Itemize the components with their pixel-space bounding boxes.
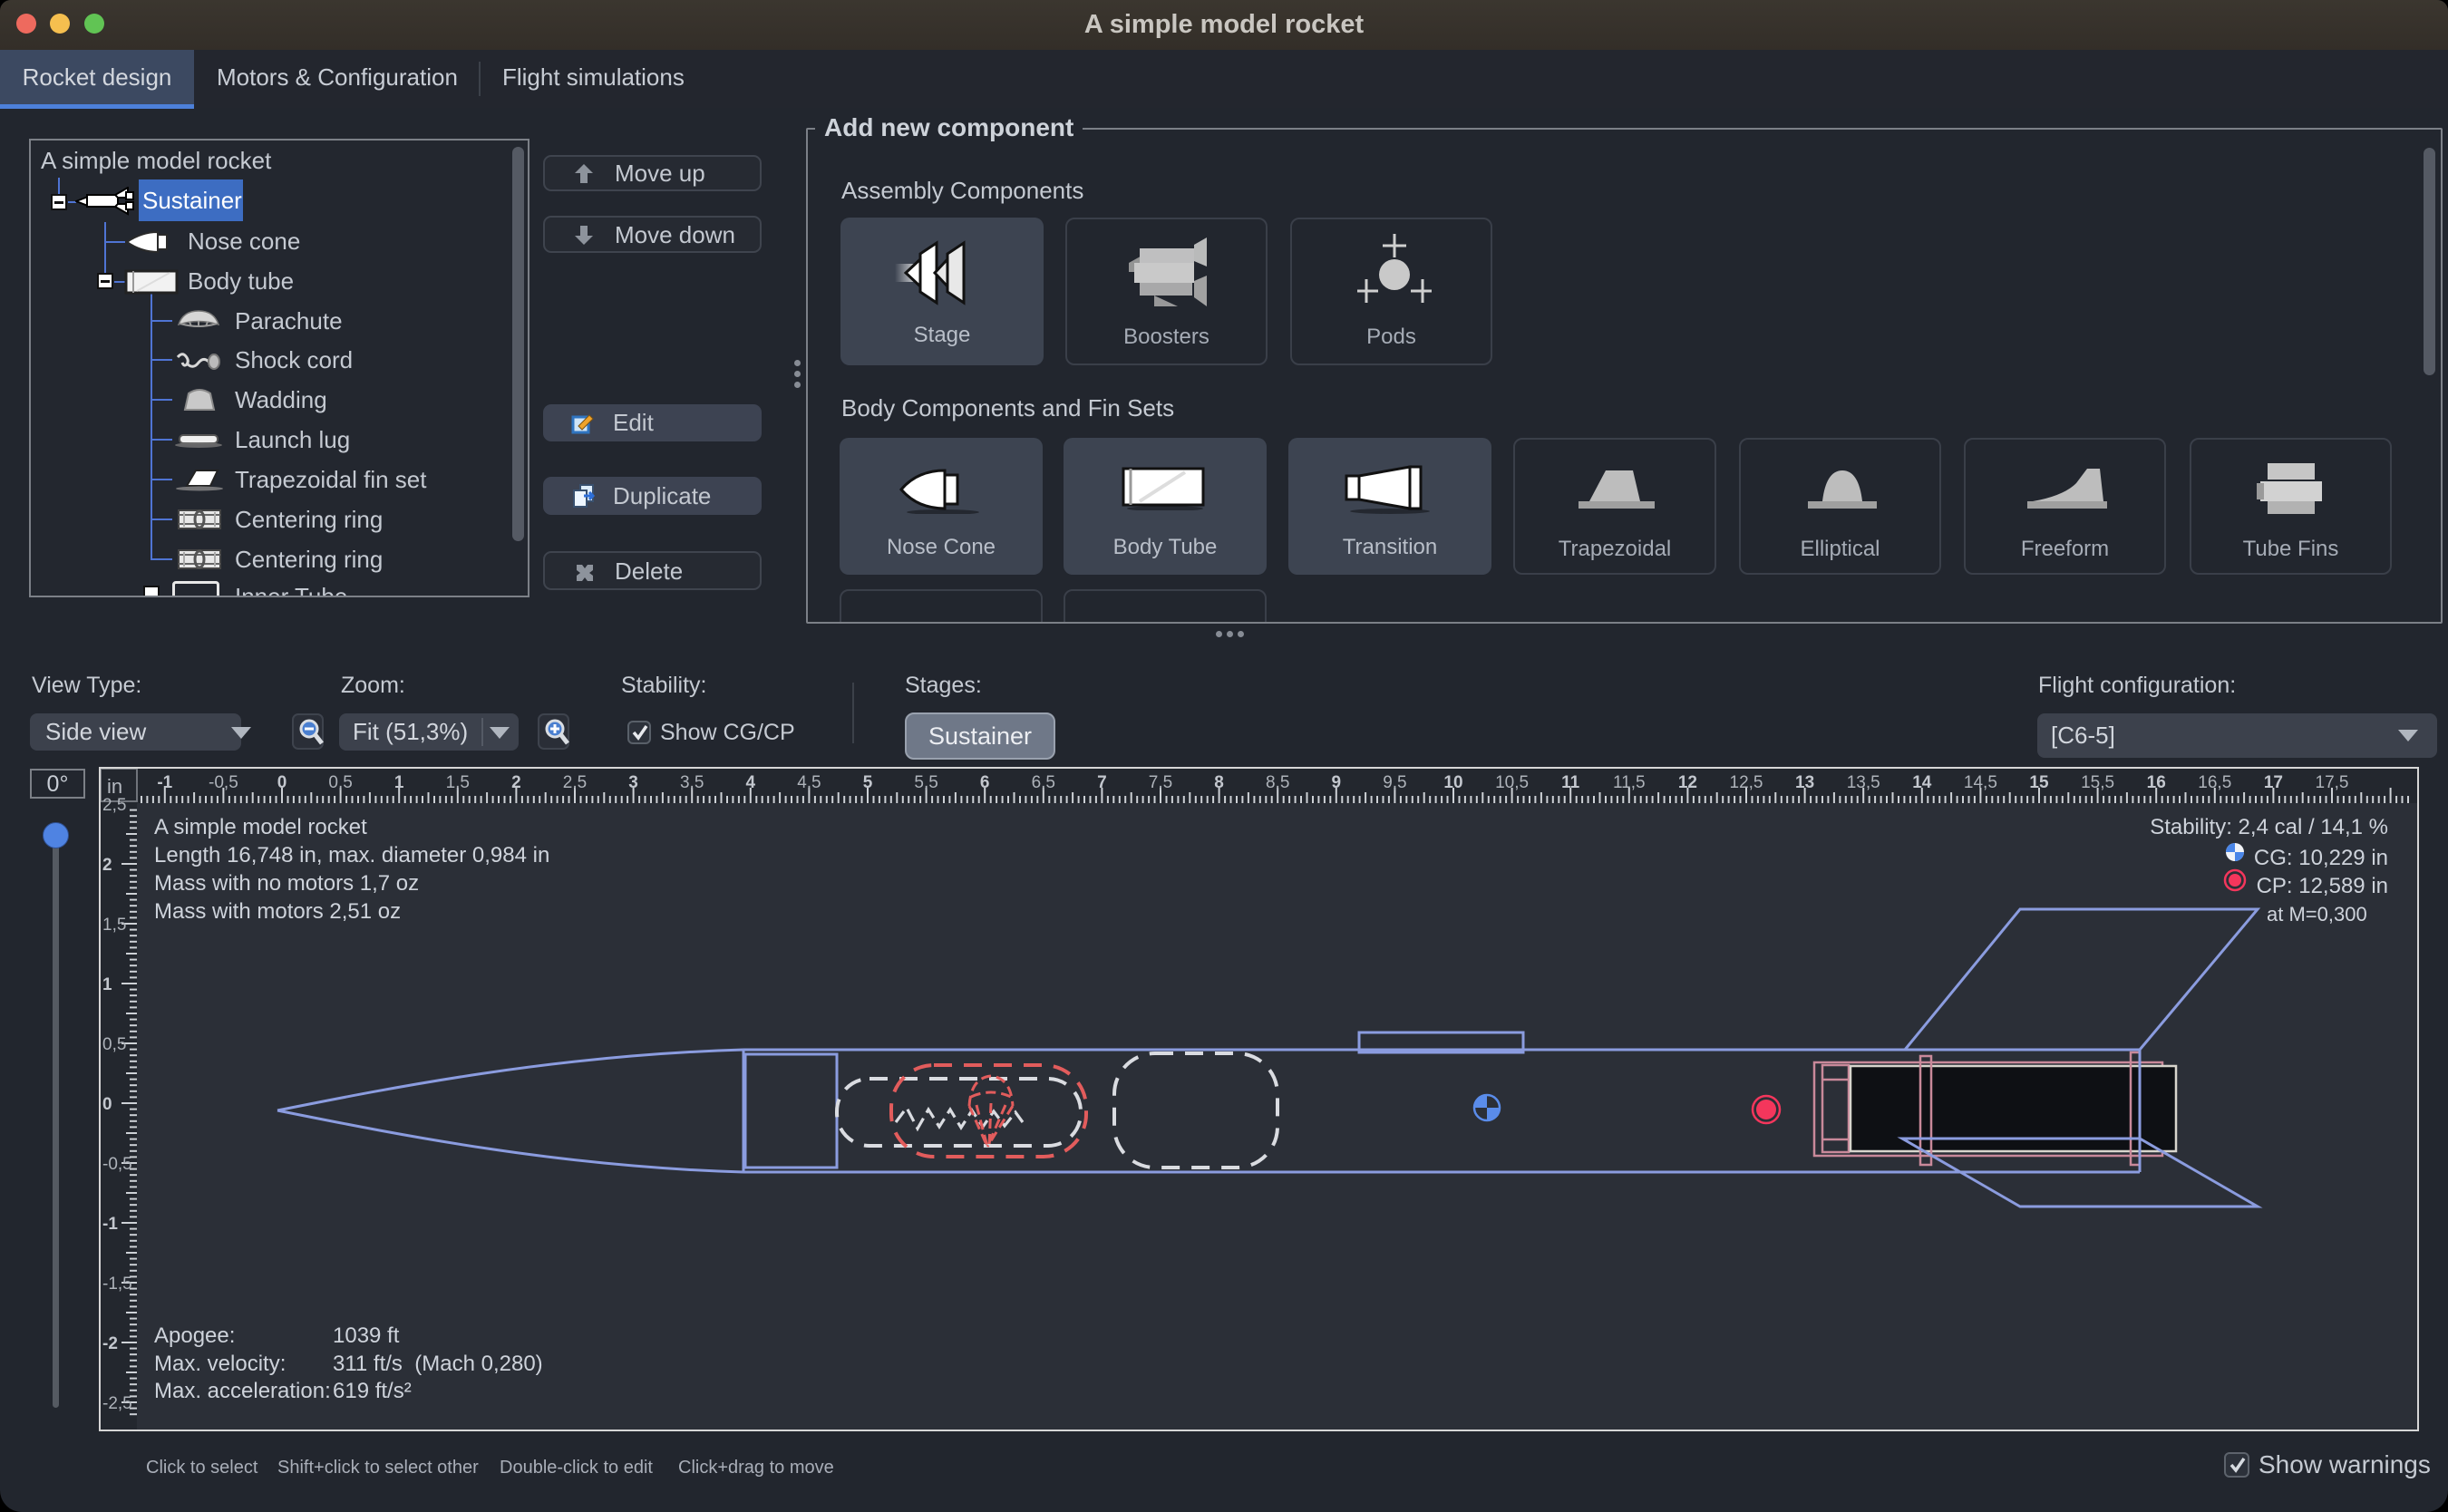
svg-text:8,5: 8,5 [1266, 773, 1289, 792]
svg-text:12,5: 12,5 [1730, 773, 1763, 792]
svg-text:10: 10 [1443, 773, 1462, 792]
svg-text:13: 13 [1795, 773, 1814, 792]
svg-text:0,5: 0,5 [102, 1035, 126, 1054]
svg-text:Max. velocity:: Max. velocity: [154, 1352, 286, 1376]
svg-text:9,5: 9,5 [1383, 773, 1406, 792]
svg-text:15: 15 [2029, 773, 2049, 792]
svg-text:10,5: 10,5 [1495, 773, 1529, 792]
svg-text:8: 8 [1214, 773, 1224, 792]
svg-text:1,5: 1,5 [102, 916, 126, 935]
svg-text:17: 17 [2264, 773, 2283, 792]
svg-text:A simple model rocket: A simple model rocket [154, 815, 367, 839]
svg-text:1: 1 [394, 773, 404, 792]
svg-text:11,5: 11,5 [1613, 773, 1646, 792]
svg-text:311 ft/s (Mach 0,280): 311 ft/s (Mach 0,280) [333, 1352, 543, 1376]
svg-text:in: in [107, 775, 122, 798]
svg-text:13,5: 13,5 [1847, 773, 1880, 792]
svg-text:-2: -2 [102, 1334, 118, 1353]
svg-text:CG: 10,229 in: CG: 10,229 in [2254, 846, 2388, 870]
svg-text:4,5: 4,5 [797, 773, 821, 792]
svg-text:5,5: 5,5 [914, 773, 937, 792]
svg-text:4: 4 [746, 773, 756, 792]
svg-text:-2,5: -2,5 [102, 1394, 132, 1413]
svg-text:Max. acceleration:: Max. acceleration: [154, 1379, 331, 1403]
svg-text:Length 16,748 in, max. diamete: Length 16,748 in, max. diameter 0,984 in [154, 843, 549, 867]
svg-text:2: 2 [511, 773, 521, 792]
svg-text:-1: -1 [157, 773, 172, 792]
svg-text:15,5: 15,5 [2081, 773, 2114, 792]
svg-text:Mass with no motors 1,7 oz: Mass with no motors 1,7 oz [154, 871, 419, 896]
svg-text:0: 0 [102, 1095, 112, 1114]
svg-text:3,5: 3,5 [680, 773, 704, 792]
svg-text:0,5: 0,5 [328, 773, 352, 792]
svg-text:-1,5: -1,5 [102, 1275, 132, 1294]
svg-text:1: 1 [102, 975, 112, 994]
svg-text:16: 16 [2147, 773, 2166, 792]
svg-text:6: 6 [980, 773, 990, 792]
svg-text:12: 12 [1678, 773, 1697, 792]
svg-text:14: 14 [1912, 773, 1932, 792]
svg-text:2,5: 2,5 [102, 796, 126, 815]
svg-text:14,5: 14,5 [1964, 773, 1997, 792]
svg-text:5: 5 [863, 773, 873, 792]
svg-text:7: 7 [1097, 773, 1107, 792]
svg-text:CP: 12,589 in: CP: 12,589 in [2257, 874, 2388, 898]
svg-text:1039 ft: 1039 ft [333, 1323, 400, 1348]
svg-text:9: 9 [1332, 773, 1342, 792]
svg-text:Stability: 2,4 cal / 14,1 %: Stability: 2,4 cal / 14,1 % [2150, 815, 2388, 839]
svg-text:11: 11 [1561, 773, 1580, 792]
svg-text:1,5: 1,5 [446, 773, 470, 792]
svg-text:-0,5: -0,5 [209, 773, 238, 792]
svg-text:Mass with motors 2,51 oz: Mass with motors 2,51 oz [154, 899, 401, 924]
svg-text:6,5: 6,5 [1032, 773, 1055, 792]
svg-text:at M=0,300: at M=0,300 [2267, 903, 2367, 926]
svg-text:-1: -1 [102, 1215, 118, 1234]
svg-text:0: 0 [277, 773, 287, 792]
svg-text:17,5: 17,5 [2316, 773, 2349, 792]
svg-text:-0,5: -0,5 [102, 1155, 132, 1174]
svg-text:Apogee:: Apogee: [154, 1323, 235, 1348]
svg-text:2,5: 2,5 [563, 773, 587, 792]
svg-text:7,5: 7,5 [1149, 773, 1172, 792]
svg-text:16,5: 16,5 [2198, 773, 2231, 792]
svg-text:619 ft/s²: 619 ft/s² [333, 1379, 412, 1403]
svg-text:3: 3 [628, 773, 638, 792]
svg-text:2: 2 [102, 856, 112, 875]
